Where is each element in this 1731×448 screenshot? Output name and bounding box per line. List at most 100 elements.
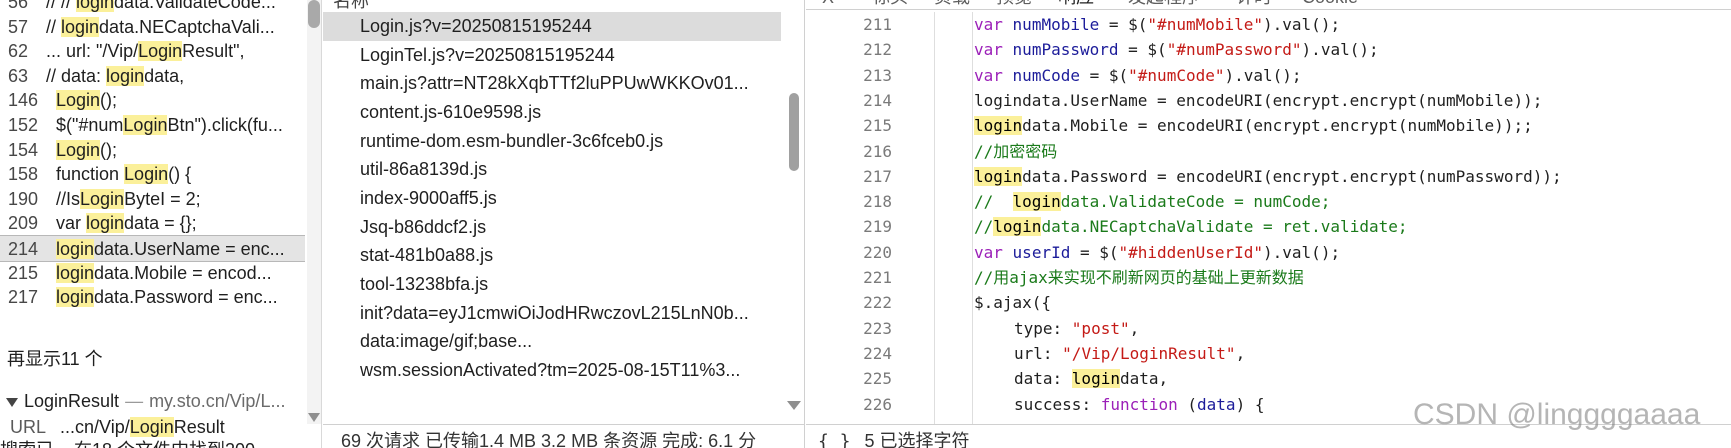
url-after: Result	[173, 417, 225, 437]
code-line-220[interactable]: var userId = $("#hiddenUserId").val();	[974, 240, 1340, 265]
line-number: 216	[863, 141, 892, 161]
search-result-line[interactable]: 217 logindata.Password = enc...	[0, 284, 305, 311]
code-line-226[interactable]: success: function (data) {	[1014, 392, 1264, 417]
tab-initiator[interactable]: 发起程序	[1128, 0, 1200, 8]
result-match-highlight: login	[61, 16, 100, 37]
search-result-line[interactable]: 57 // logindata.NECaptchaVali...	[0, 14, 305, 41]
indent-guide	[972, 12, 973, 424]
line-number: 220	[863, 242, 892, 262]
result-match-highlight: Login	[124, 164, 169, 185]
code-line-212[interactable]: var numPassword = $("#numPassword").val(…	[974, 37, 1379, 62]
search-result-line[interactable]: 190 //IsLoginByteI = 2;	[0, 186, 305, 213]
request-row[interactable]: main.js?attr=NT28kXqbTTf2luPPUwWKKOv01..…	[323, 69, 781, 98]
code-line-214[interactable]: logindata.UserName = encodeURI(encrypt.e…	[974, 88, 1542, 113]
result-text-after: data.Password = enc...	[94, 287, 278, 308]
result-match-highlight: login	[56, 262, 95, 283]
file-group-path: my.sto.cn/Vip/L...	[149, 391, 286, 411]
request-row[interactable]: util-86a8139d.js	[323, 155, 781, 184]
pretty-print-button[interactable]: { }	[818, 431, 851, 448]
result-match-highlight: login	[106, 65, 145, 86]
indent-guide	[934, 12, 935, 424]
code-line-219[interactable]: //logindata.NECaptchaValidate = ret.vali…	[974, 214, 1407, 239]
result-line-number: 63	[8, 65, 29, 86]
result-line-number: 190	[8, 188, 39, 209]
scroll-down-arrow-icon[interactable]	[308, 413, 320, 422]
line-number: 226	[863, 394, 892, 414]
code-line-217[interactable]: logindata.Password = encodeURI(encrypt.e…	[974, 164, 1562, 189]
selection-status: 5 已选择字符	[864, 431, 970, 448]
show-more-results-link[interactable]: 再显示11 个	[7, 346, 103, 373]
search-result-line[interactable]: 158 function Login() {	[0, 161, 305, 188]
search-file-group[interactable]: LoginResult — my.sto.cn/Vip/L...	[0, 389, 305, 413]
request-row[interactable]: Jsq-b86ddcf2.js	[323, 213, 781, 242]
result-text-after: data = {};	[124, 213, 197, 234]
tab-timing[interactable]: 计时	[1236, 0, 1272, 8]
request-row[interactable]: wsm.sessionActivated?tm=2025-08-15T11%3.…	[323, 356, 781, 385]
result-text-before: //	[46, 16, 62, 37]
tab-preview[interactable]: 预览	[996, 0, 1032, 8]
search-result-line[interactable]: 152 $("#numLoginBtn").click(fu...	[0, 112, 305, 139]
code-line-221[interactable]: //用ajax来实现不刷新网页的基础上更新数据	[974, 265, 1304, 290]
result-text-after: data,	[144, 65, 185, 86]
line-number: 218	[863, 192, 892, 212]
tab-payload[interactable]: 负载	[934, 0, 970, 8]
result-line-number: 152	[8, 115, 39, 135]
search-result-line[interactable]: 62 ... url: "/Vip/LoginResult",	[0, 38, 305, 65]
search-result-line[interactable]: 146 Login();	[0, 87, 305, 114]
line-number: 219	[863, 217, 892, 237]
request-row[interactable]: index-9000aff5.js	[323, 184, 781, 213]
code-line-213[interactable]: var numCode = $("#numCode").val();	[974, 63, 1302, 88]
request-row[interactable]: init?data=eyJ1cmwiOiJodHRwczovL215LnN0b.…	[323, 299, 781, 328]
expand-triangle-icon[interactable]	[6, 397, 18, 407]
request-row[interactable]: Login.js?v=20250815195244	[323, 12, 781, 41]
code-line-216[interactable]: //加密密码	[974, 139, 1057, 164]
result-text-after: ();	[100, 139, 118, 160]
code-line-222[interactable]: $.ajax({	[974, 290, 1051, 315]
request-row[interactable]: content.js-610e9598.js	[323, 98, 781, 127]
search-results-scrollbar[interactable]	[307, 0, 321, 424]
request-row[interactable]: data:image/gif;base...	[323, 327, 781, 356]
result-text-after: data.NECaptchaVali...	[99, 16, 275, 37]
close-details-button[interactable]: X	[822, 0, 834, 8]
search-result-line[interactable]: 209 var logindata = {};	[0, 210, 305, 237]
code-line-223[interactable]: type: "post",	[1014, 316, 1139, 341]
search-results-panel: 56// // logindata.ValidateCode... 57// lo…	[0, 0, 322, 448]
result-text-before: var	[56, 213, 87, 234]
search-result-line[interactable]: 215 logindata.Mobile = encod...	[0, 260, 305, 287]
tab-cookies[interactable]: Cookie	[1302, 0, 1358, 8]
search-result-line[interactable]: 154 Login();	[0, 137, 305, 164]
result-text-before: // data:	[46, 65, 107, 86]
result-match-highlight: Login	[56, 139, 101, 160]
result-match-highlight: login	[56, 287, 95, 308]
search-results-scroll-thumb[interactable]	[308, 0, 320, 28]
result-text-after: data.ValidateCode...	[114, 0, 276, 12]
line-number: 211	[863, 15, 892, 34]
code-line-211[interactable]: var numMobile = $("#numMobile").val();	[974, 12, 1340, 37]
result-line-number: 217	[8, 287, 39, 308]
tab-headers[interactable]: 标头	[872, 0, 908, 8]
result-text-before: ... url: "/Vip/	[46, 41, 139, 62]
request-row[interactable]: runtime-dom.esm-bundler-3c6fceb0.js	[323, 127, 781, 156]
search-result-url-line[interactable]: URL ...cn/Vip/LoginResult	[10, 415, 305, 440]
code-line-218[interactable]: // logindata.ValidateCode = numCode;	[974, 189, 1330, 214]
request-row[interactable]: LoginTel.js?v=20250815195244	[323, 41, 781, 70]
search-result-line[interactable]: 63 // data: logindata,	[0, 63, 305, 90]
detail-tab-bar: X 标头 负载 预览 响应 发起程序 计时 Cookie	[806, 0, 1731, 10]
search-result-line[interactable]: 214 logindata.UserName = enc...	[0, 235, 305, 262]
code-line-215[interactable]: logindata.Mobile = encodeURI(encrypt.enc…	[974, 113, 1533, 138]
line-number: 215	[863, 116, 892, 136]
tab-response[interactable]: 响应	[1058, 0, 1094, 8]
request-row[interactable]: tool-13238bfa.js	[323, 270, 781, 299]
code-line-224[interactable]: url: "/Vip/LoginResult",	[1014, 341, 1245, 366]
result-text-after: Btn").click(fu...	[167, 115, 283, 135]
result-match-highlight: login	[76, 0, 115, 12]
result-match-highlight: Login	[80, 188, 125, 209]
result-text-after: data.Mobile = encod...	[94, 262, 272, 283]
result-line-number: 215	[8, 262, 39, 283]
scroll-down-arrow-icon[interactable]	[787, 401, 801, 410]
request-row[interactable]: stat-481b0a88.js	[323, 241, 781, 270]
result-match-highlight: Login	[138, 41, 183, 62]
result-text-before: $("#num	[56, 115, 124, 135]
request-list-scroll-thumb[interactable]	[789, 93, 799, 171]
code-line-225[interactable]: data: logindata,	[1014, 366, 1168, 391]
